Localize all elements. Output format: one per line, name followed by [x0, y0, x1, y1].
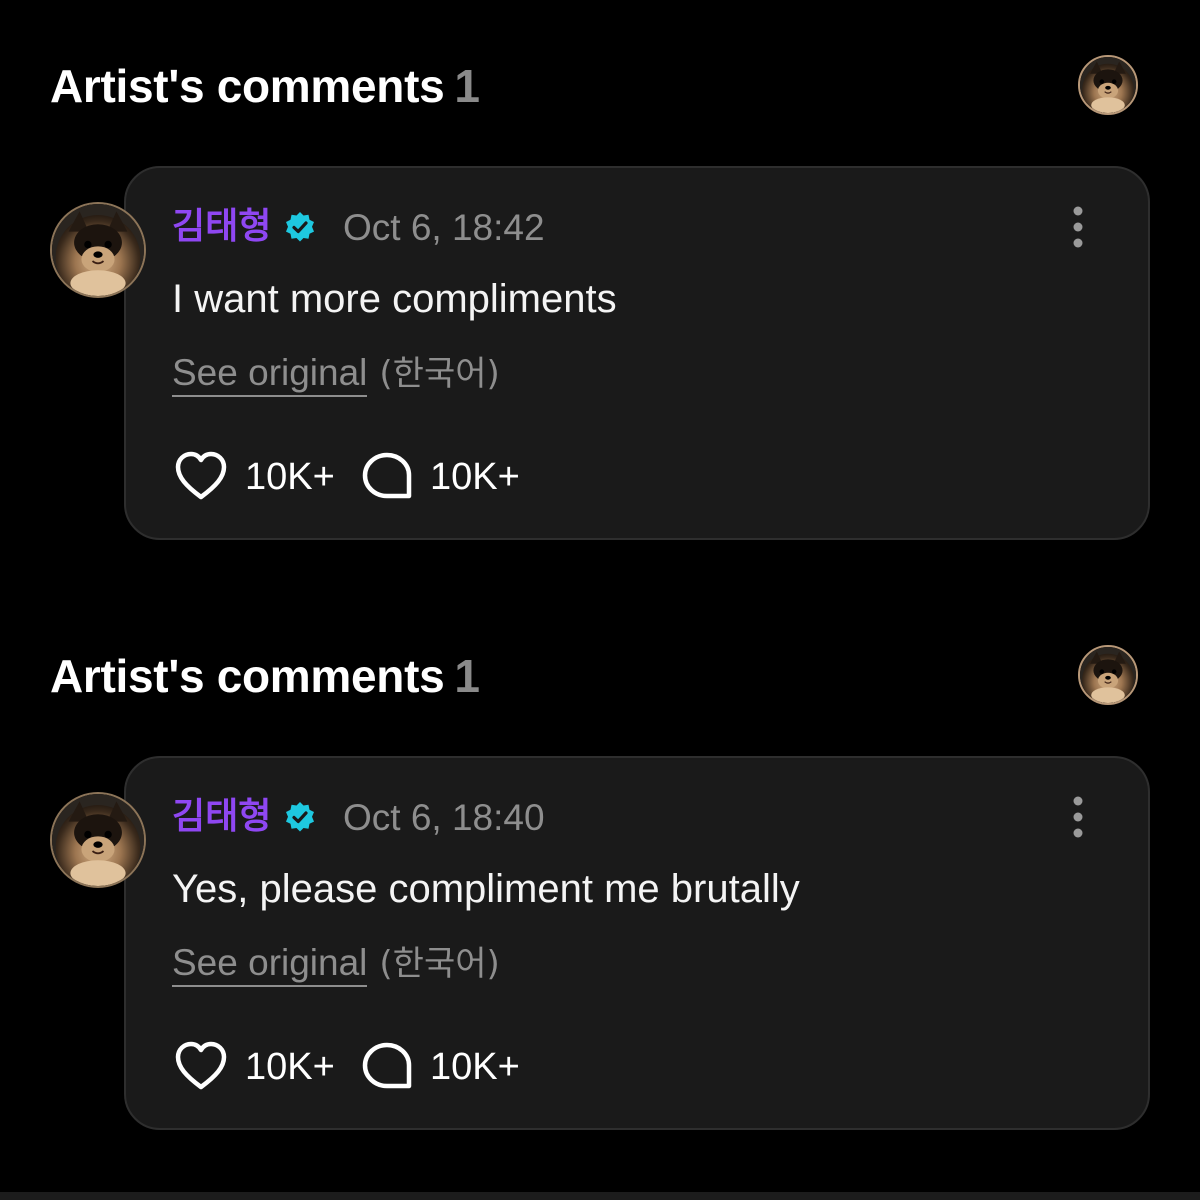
heart-icon[interactable] — [174, 1040, 228, 1092]
verified-badge-icon — [286, 212, 314, 242]
comment-text: Yes, please compliment me brutally — [172, 867, 800, 911]
reply-count: 10K+ — [430, 456, 520, 498]
section-title-text: Artist's comments — [50, 60, 445, 112]
comment-count: 1 — [454, 60, 480, 112]
see-original-link[interactable]: See original — [172, 352, 368, 397]
see-original-row: See original (한국어) — [172, 940, 500, 987]
verified-badge-icon — [286, 802, 314, 832]
see-original-row: See original (한국어) — [172, 350, 500, 397]
comment-author-name[interactable]: 김태형 — [172, 794, 271, 840]
comment-bubble-icon[interactable] — [360, 451, 414, 501]
like-count: 10K+ — [245, 1046, 335, 1088]
avatar-image — [1080, 647, 1136, 703]
original-language-label: (한국어) — [379, 944, 500, 984]
more-options-icon[interactable] — [1062, 794, 1094, 840]
comment-count: 1 — [454, 650, 480, 702]
comment-timestamp: Oct 6, 18:42 — [343, 207, 545, 248]
section-title: Artist's comments 1 — [50, 58, 480, 114]
avatar-image — [1080, 57, 1136, 113]
comment-author-name[interactable]: 김태형 — [172, 204, 271, 250]
comment-timestamp: Oct 6, 18:40 — [343, 797, 545, 838]
avatar-image — [52, 794, 144, 886]
comment-author-avatar[interactable] — [50, 792, 146, 888]
avatar-image — [52, 204, 144, 296]
artist-avatar-button[interactable] — [1078, 645, 1138, 705]
more-options-icon[interactable] — [1062, 204, 1094, 250]
heart-icon[interactable] — [174, 450, 228, 502]
see-original-link[interactable]: See original — [172, 942, 368, 987]
comment-author-avatar[interactable] — [50, 202, 146, 298]
section-title-text: Artist's comments — [50, 650, 445, 702]
like-count: 10K+ — [245, 456, 335, 498]
artist-avatar-button[interactable] — [1078, 55, 1138, 115]
section-title: Artist's comments 1 — [50, 648, 480, 704]
artist-comments-section: Artist's comments 1 김태형 Oct 6, 18:42 I wa… — [0, 0, 1200, 590]
reply-count: 10K+ — [430, 1046, 520, 1088]
comment-text: I want more compliments — [172, 277, 617, 321]
artist-comments-section: Artist's comments 1 김태형 Oct 6, 18:40 Yes,… — [0, 590, 1200, 1180]
comment-bubble-icon[interactable] — [360, 1041, 414, 1091]
bottom-divider — [0, 1192, 1200, 1200]
original-language-label: (한국어) — [379, 354, 500, 394]
